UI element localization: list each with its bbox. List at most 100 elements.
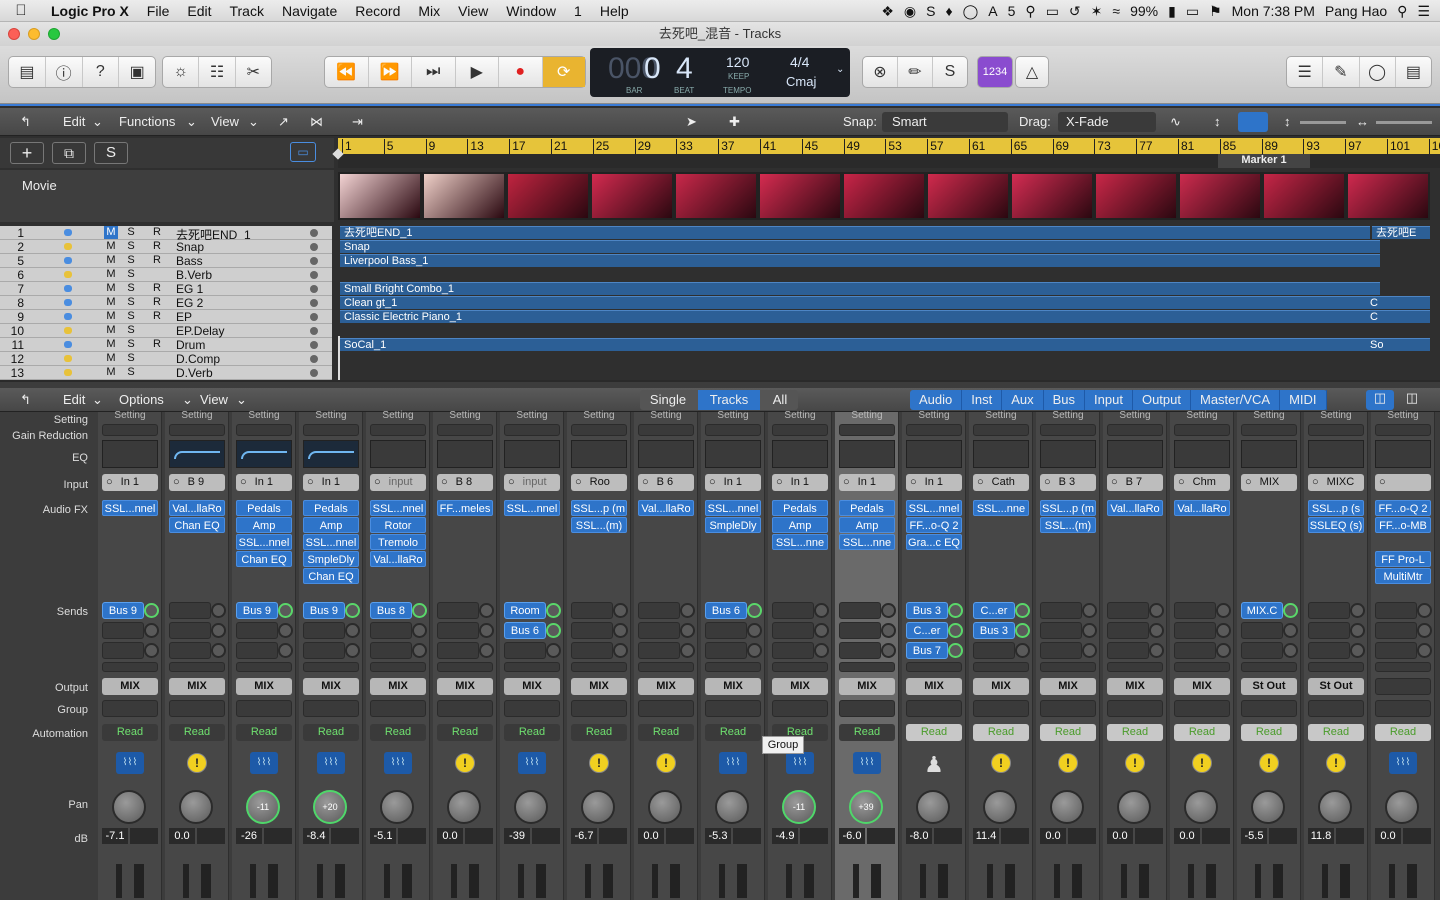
send-level-knob[interactable] xyxy=(1216,643,1231,658)
send-level-knob[interactable] xyxy=(1216,603,1231,618)
input-slot[interactable]: ○ In 1 xyxy=(906,474,962,491)
audio-fx-slot[interactable]: SSL...nnel xyxy=(303,534,359,550)
add-track-button[interactable]: + xyxy=(10,142,44,164)
setting-label[interactable]: Setting xyxy=(768,410,832,421)
wide-strips-icon[interactable]: ◫ xyxy=(1366,390,1394,410)
audio-fx-slot[interactable]: FF...o-MB xyxy=(1375,517,1431,533)
group-slot[interactable] xyxy=(571,700,627,717)
send-level-knob[interactable] xyxy=(345,603,360,618)
send-slot[interactable] xyxy=(1174,622,1216,639)
audio-fx-slot[interactable]: Val...llaRo xyxy=(370,551,426,567)
send-level-knob[interactable] xyxy=(680,643,695,658)
scissors-icon[interactable]: ✂ xyxy=(236,57,271,87)
menu-1[interactable]: 1 xyxy=(565,3,591,19)
audio-fx-slot[interactable]: FF...o-Q 2 xyxy=(906,517,962,533)
volume-fader[interactable] xyxy=(1340,864,1350,898)
aux-icon[interactable]: ! xyxy=(987,752,1015,774)
send-slot[interactable] xyxy=(1040,622,1082,639)
group-slot[interactable] xyxy=(102,700,158,717)
browsers-icon[interactable]: ▤ xyxy=(1396,57,1431,87)
send-level-knob[interactable] xyxy=(814,623,829,638)
volume-fader[interactable] xyxy=(1273,864,1283,898)
waveform-icon[interactable]: ⌇⌇⌇ xyxy=(250,752,278,774)
send-slot[interactable] xyxy=(504,662,560,672)
send-slot[interactable] xyxy=(1174,662,1230,672)
waveform-icon[interactable]: ⌇⌇⌇ xyxy=(384,752,412,774)
send-level-knob[interactable] xyxy=(1417,603,1432,618)
setting-label[interactable]: Setting xyxy=(165,410,229,421)
menu-track[interactable]: Track xyxy=(220,3,272,19)
global-solo-button[interactable]: S xyxy=(94,142,128,164)
automation-mode[interactable]: Read xyxy=(1107,724,1163,741)
audio-fx-slot[interactable]: SSL...nnel xyxy=(236,534,292,550)
send-level-knob[interactable] xyxy=(144,623,159,638)
volume-fader[interactable] xyxy=(268,864,278,898)
output-slot[interactable]: MIX xyxy=(437,678,493,695)
send-slot[interactable] xyxy=(169,602,211,619)
track-row[interactable]: 5 M S R Bass xyxy=(0,254,332,268)
send-slot[interactable] xyxy=(370,642,412,659)
person-icon[interactable]: ♟ xyxy=(920,752,948,777)
setting-label[interactable]: Setting xyxy=(634,410,698,421)
go-to-start-button[interactable]: ⏭ xyxy=(412,57,456,87)
input-slot[interactable]: ○ In 1 xyxy=(303,474,359,491)
volume-dot[interactable] xyxy=(310,341,318,349)
pan-knob[interactable] xyxy=(715,790,749,824)
mixer-edit-menu[interactable]: Edit xyxy=(63,392,85,407)
send-slot[interactable]: Bus 7 xyxy=(906,642,948,659)
audio-fx-slot[interactable]: MultiMtr xyxy=(1375,568,1431,584)
send-slot[interactable] xyxy=(437,602,479,619)
audio-fx-slot[interactable]: SSLEQ (s) xyxy=(1308,517,1364,533)
mode-all[interactable]: All xyxy=(762,392,798,407)
send-slot[interactable]: Bus 3 xyxy=(973,622,1015,639)
track-name[interactable]: EP xyxy=(176,310,192,324)
volume-fader[interactable] xyxy=(1005,864,1015,898)
minimize-window-button[interactable] xyxy=(28,28,40,40)
waveform-icon[interactable]: ⌇⌇⌇ xyxy=(518,752,546,774)
send-slot[interactable] xyxy=(1375,642,1417,659)
filter-midi[interactable]: MIDI xyxy=(1280,390,1327,410)
audio-fx-slot[interactable]: SSL...nne xyxy=(973,500,1029,516)
send-slot[interactable]: Room xyxy=(504,602,546,619)
pan-knob[interactable]: -11 xyxy=(246,790,280,824)
automation-mode[interactable]: Read xyxy=(236,724,292,741)
pointer-tool-icon[interactable]: ➤ xyxy=(686,114,697,130)
volume-dot[interactable] xyxy=(310,313,318,321)
automation-mode[interactable]: Read xyxy=(437,724,493,741)
audio-fx-slot[interactable]: Amp xyxy=(839,517,895,533)
db-readout[interactable]: 0.0 xyxy=(1375,828,1401,844)
send-level-knob[interactable] xyxy=(613,603,628,618)
send-slot[interactable]: C...er xyxy=(973,602,1015,619)
output-slot[interactable]: MIX xyxy=(1040,678,1096,695)
apple-icon[interactable]:  xyxy=(0,2,42,19)
input-slot[interactable]: ○ In 1 xyxy=(839,474,895,491)
group-slot[interactable] xyxy=(504,700,560,717)
send-slot[interactable]: Bus 8 xyxy=(370,602,412,619)
input-slot[interactable]: ○ input xyxy=(504,474,560,491)
send-slot[interactable] xyxy=(1040,662,1096,672)
record-enable-button[interactable]: R xyxy=(150,282,164,295)
output-slot[interactable]: MIX xyxy=(571,678,627,695)
track-row[interactable]: 1 M S R 去死吧END_1 xyxy=(0,226,332,242)
send-slot[interactable] xyxy=(1308,602,1350,619)
send-slot[interactable] xyxy=(303,642,345,659)
region-tail[interactable]: So xyxy=(1366,338,1430,351)
automation-mode[interactable]: Read xyxy=(1375,724,1431,741)
send-slot[interactable] xyxy=(1308,622,1350,639)
db-readout[interactable]: -26 xyxy=(236,828,262,844)
solo-button[interactable]: S xyxy=(124,324,138,337)
send-slot[interactable] xyxy=(638,642,680,659)
pan-knob[interactable]: -11 xyxy=(782,790,816,824)
send-slot[interactable] xyxy=(906,662,962,672)
send-level-knob[interactable] xyxy=(1015,643,1030,658)
volume-fader[interactable] xyxy=(1407,864,1417,898)
record-enable-button[interactable]: R xyxy=(150,254,164,267)
send-slot[interactable] xyxy=(370,622,412,639)
db-readout[interactable]: 0.0 xyxy=(1107,828,1133,844)
track-name[interactable]: D.Comp xyxy=(176,352,220,366)
db-readout[interactable]: 0.0 xyxy=(638,828,664,844)
send-slot[interactable]: C...er xyxy=(906,622,948,639)
automation-mode[interactable]: Read xyxy=(906,724,962,741)
eq-thumbnail[interactable] xyxy=(1040,440,1096,468)
eq-thumbnail[interactable] xyxy=(839,440,895,468)
